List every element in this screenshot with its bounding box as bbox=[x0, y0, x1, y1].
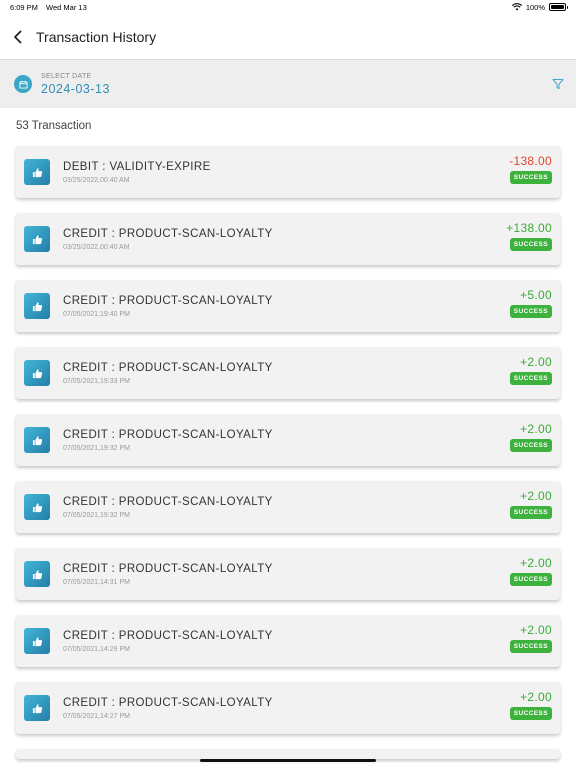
transaction-title: CREDIT : PRODUCT-SCAN-LOYALTY bbox=[63, 629, 273, 642]
date-value[interactable]: 2024-03-13 bbox=[41, 82, 110, 96]
transaction-amount: +2.00 bbox=[520, 690, 552, 704]
date-label: SELECT DATE bbox=[41, 72, 92, 80]
transaction-title: CREDIT : PRODUCT-SCAN-LOYALTY bbox=[63, 294, 273, 307]
transaction-info: CREDIT : PRODUCT-SCAN-LOYALTY 07/05/2021,… bbox=[63, 496, 273, 519]
transaction-date: 03/25/2022,00:40 AM bbox=[63, 176, 130, 184]
transaction-title: CREDIT : PRODUCT-SCAN-LOYALTY bbox=[63, 495, 273, 508]
thumbs-up-icon bbox=[24, 360, 50, 386]
transaction-title: CREDIT : PRODUCT-SCAN-LOYALTY bbox=[63, 562, 273, 575]
status-badge: SUCCESS bbox=[509, 707, 552, 720]
transaction-card[interactable]: DEBIT : VALIDITY-EXPIRE 03/25/2022,00:40 … bbox=[16, 146, 560, 198]
transaction-date: 07/05/2021,19:40 PM bbox=[63, 310, 130, 318]
thumbs-up-icon bbox=[24, 159, 50, 185]
transaction-amount: +2.00 bbox=[520, 355, 552, 369]
transaction-info: CREDIT : PRODUCT-SCAN-LOYALTY 03/25/2022,… bbox=[63, 228, 273, 251]
transaction-info: CREDIT : PRODUCT-SCAN-LOYALTY 07/05/2021,… bbox=[63, 295, 273, 318]
transaction-title: CREDIT : PRODUCT-SCAN-LOYALTY bbox=[63, 361, 273, 374]
thumbs-up-icon bbox=[24, 628, 50, 654]
status-time: 6:09 PM bbox=[10, 2, 38, 12]
transaction-count: 53 Transaction bbox=[16, 120, 92, 132]
transaction-date: 07/05/2021,19:32 PM bbox=[63, 444, 130, 452]
transaction-date: 07/05/2021,14:31 PM bbox=[63, 578, 130, 586]
page-title: Transaction History bbox=[36, 28, 157, 45]
transaction-card[interactable]: CREDIT : PRODUCT-SCAN-LOYALTY 07/05/2021,… bbox=[16, 615, 560, 667]
date-selector[interactable]: SELECT DATE 2024-03-13 bbox=[0, 60, 576, 108]
wifi-icon bbox=[511, 3, 522, 11]
transaction-title: DEBIT : VALIDITY-EXPIRE bbox=[63, 160, 211, 173]
transaction-amount-block: +5.00 SUCCESS bbox=[509, 288, 552, 318]
transaction-card[interactable]: CREDIT : PRODUCT-SCAN-LOYALTY 07/05/2021,… bbox=[16, 682, 560, 734]
transaction-date: 07/05/2021,19:32 PM bbox=[63, 511, 130, 519]
status-badge: SUCCESS bbox=[509, 573, 552, 586]
app-header: Transaction History bbox=[0, 14, 576, 60]
transaction-info: CREDIT : PRODUCT-SCAN-LOYALTY 07/05/2021,… bbox=[63, 630, 273, 653]
transaction-amount: +2.00 bbox=[520, 422, 552, 436]
transaction-title: CREDIT : PRODUCT-SCAN-LOYALTY bbox=[63, 428, 273, 441]
status-badge: SUCCESS bbox=[509, 238, 552, 251]
transaction-amount: +2.00 bbox=[520, 556, 552, 570]
transaction-card-partial[interactable] bbox=[16, 749, 560, 759]
status-date: Wed Mar 13 bbox=[46, 2, 87, 12]
transaction-title: CREDIT : PRODUCT-SCAN-LOYALTY bbox=[63, 696, 273, 709]
transaction-card[interactable]: CREDIT : PRODUCT-SCAN-LOYALTY 07/05/2021,… bbox=[16, 548, 560, 600]
transaction-amount-block: +2.00 SUCCESS bbox=[509, 623, 552, 653]
transaction-info: CREDIT : PRODUCT-SCAN-LOYALTY 07/05/2021,… bbox=[63, 429, 273, 452]
date-text[interactable]: SELECT DATE 2024-03-13 bbox=[41, 73, 110, 96]
transaction-info: CREDIT : PRODUCT-SCAN-LOYALTY 07/05/2021,… bbox=[63, 697, 273, 720]
transaction-amount-block: +2.00 SUCCESS bbox=[509, 556, 552, 586]
status-badge: SUCCESS bbox=[509, 439, 552, 452]
transaction-amount-block: +138.00 SUCCESS bbox=[506, 221, 552, 251]
transaction-amount-block: +2.00 SUCCESS bbox=[509, 422, 552, 452]
chevron-left-icon[interactable] bbox=[4, 23, 32, 51]
thumbs-up-icon bbox=[24, 226, 50, 252]
transaction-date: 07/05/2021,14:29 PM bbox=[63, 645, 130, 653]
transaction-info: DEBIT : VALIDITY-EXPIRE 03/25/2022,00:40 … bbox=[63, 161, 211, 184]
transaction-amount-block: -138.00 SUCCESS bbox=[509, 154, 552, 184]
transaction-amount: +138.00 bbox=[506, 221, 552, 235]
thumbs-up-icon bbox=[24, 494, 50, 520]
transaction-amount-block: +2.00 SUCCESS bbox=[509, 355, 552, 385]
transaction-amount: +5.00 bbox=[520, 288, 552, 302]
filter-icon[interactable] bbox=[552, 78, 564, 90]
transaction-amount-block: +2.00 SUCCESS bbox=[509, 690, 552, 720]
status-right: 100% bbox=[511, 2, 568, 12]
home-indicator bbox=[200, 759, 376, 762]
thumbs-up-icon bbox=[24, 427, 50, 453]
transaction-card[interactable]: CREDIT : PRODUCT-SCAN-LOYALTY 07/05/2021,… bbox=[16, 347, 560, 399]
transaction-card[interactable]: CREDIT : PRODUCT-SCAN-LOYALTY 03/25/2022,… bbox=[16, 213, 560, 265]
transaction-amount-block: +2.00 SUCCESS bbox=[509, 489, 552, 519]
thumbs-up-icon bbox=[24, 695, 50, 721]
transaction-amount: -138.00 bbox=[509, 154, 552, 168]
transaction-info: CREDIT : PRODUCT-SCAN-LOYALTY 07/05/2021,… bbox=[63, 362, 273, 385]
status-left: 6:09 PM Wed Mar 13 bbox=[10, 3, 93, 12]
transaction-list: DEBIT : VALIDITY-EXPIRE 03/25/2022,00:40 … bbox=[16, 146, 560, 759]
transaction-info: CREDIT : PRODUCT-SCAN-LOYALTY 07/05/2021,… bbox=[63, 563, 273, 586]
thumbs-up-icon bbox=[24, 561, 50, 587]
transaction-title: CREDIT : PRODUCT-SCAN-LOYALTY bbox=[63, 227, 273, 240]
thumbs-up-icon bbox=[24, 293, 50, 319]
status-badge: SUCCESS bbox=[509, 305, 552, 318]
transaction-date: 03/25/2022,00:40 AM bbox=[63, 243, 130, 251]
status-badge: SUCCESS bbox=[509, 506, 552, 519]
calendar-icon[interactable] bbox=[14, 75, 32, 93]
status-badge: SUCCESS bbox=[509, 372, 552, 385]
transaction-date: 07/05/2021,19:33 PM bbox=[63, 377, 130, 385]
status-bar: 6:09 PM Wed Mar 13 100% bbox=[0, 0, 576, 14]
transaction-date: 07/05/2021,14:27 PM bbox=[63, 712, 130, 720]
transaction-amount: +2.00 bbox=[520, 623, 552, 637]
transaction-card[interactable]: CREDIT : PRODUCT-SCAN-LOYALTY 07/05/2021,… bbox=[16, 481, 560, 533]
battery-percent: 100% bbox=[525, 2, 545, 12]
status-badge: SUCCESS bbox=[509, 171, 552, 184]
transaction-card[interactable]: CREDIT : PRODUCT-SCAN-LOYALTY 07/05/2021,… bbox=[16, 414, 560, 466]
transaction-amount: +2.00 bbox=[520, 489, 552, 503]
status-badge: SUCCESS bbox=[509, 640, 552, 653]
battery-icon bbox=[549, 3, 568, 11]
transaction-card[interactable]: CREDIT : PRODUCT-SCAN-LOYALTY 07/05/2021,… bbox=[16, 280, 560, 332]
